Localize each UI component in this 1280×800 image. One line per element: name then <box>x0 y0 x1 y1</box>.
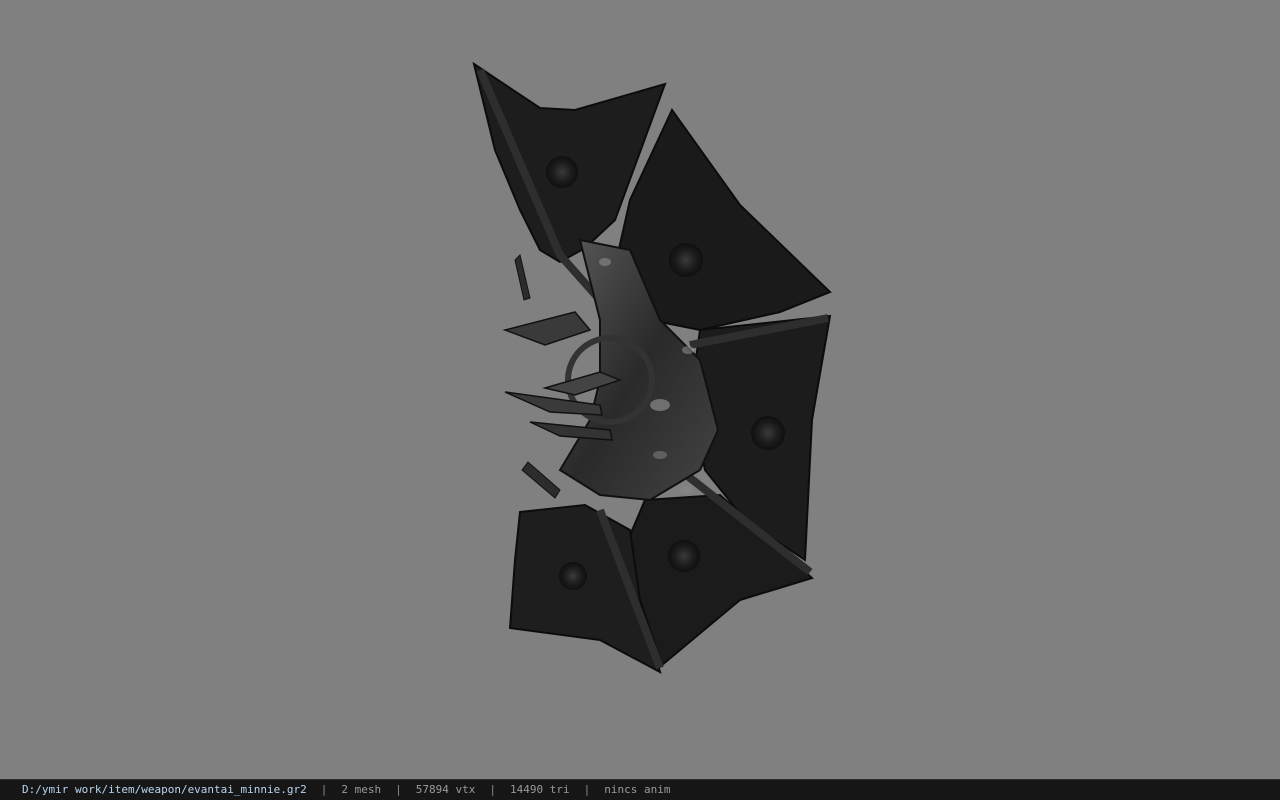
hub-highlight <box>653 451 667 459</box>
hub-blade <box>504 391 603 416</box>
emblem <box>546 156 578 188</box>
hub-highlight <box>599 258 611 266</box>
emblem <box>559 562 587 590</box>
separator: | <box>489 783 497 796</box>
vertex-count: 57894 vtx <box>415 783 476 796</box>
triangle-count: 14490 tri <box>510 783 570 796</box>
emblem <box>668 540 700 572</box>
hub-blade <box>502 311 592 346</box>
status-bar: D:/ymir work/item/weapon/evantai_minnie.… <box>0 779 1280 800</box>
3d-viewport[interactable] <box>0 0 1280 779</box>
emblem <box>751 416 785 450</box>
hilt-bottom <box>521 461 561 499</box>
hub-highlight <box>650 399 670 411</box>
emblem <box>669 243 703 277</box>
separator: | <box>395 783 402 796</box>
fan-weapon-model[interactable] <box>0 0 1280 779</box>
hilt-top <box>514 254 531 301</box>
hub-highlight <box>682 346 694 354</box>
file-path: D:/ymir work/item/weapon/evantai_minnie.… <box>22 783 307 796</box>
separator: | <box>320 783 328 796</box>
hub-highlight <box>680 486 692 494</box>
mesh-count: 2 mesh <box>341 783 382 796</box>
animation-status: nincs anim <box>604 783 671 796</box>
separator: | <box>583 783 591 796</box>
